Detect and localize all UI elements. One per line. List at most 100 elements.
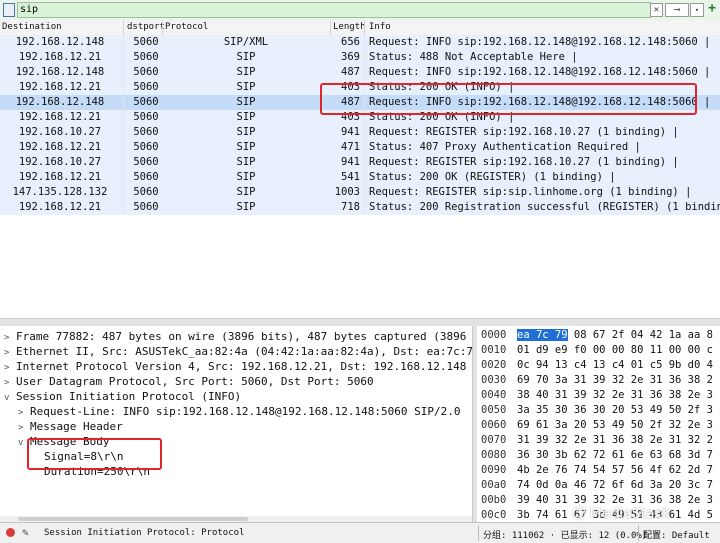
hex-bytes[interactable]: 69 61 3a 20 53 49 50 2f 32 2e 3 [517,418,713,433]
hex-bytes[interactable]: 3a 35 30 36 30 20 53 49 50 2f 3 [517,403,713,418]
cell-info: Request: INFO sip:192.168.12.148@192.168… [369,36,711,48]
col-protocol[interactable]: Protocol [165,22,208,32]
hex-highlight[interactable]: ea 7c 79 [517,329,568,341]
cell-len: 718 [341,201,360,213]
highlight-box-signal [27,438,162,470]
cell-port: 5060 [133,171,159,183]
cell-proto: SIP [236,51,256,63]
tree-item-label: Internet Protocol Version 4, Src: 192.16… [16,360,467,373]
packet-rows: 192.168.12.148 5060 SIP/XML 656 Request: INF… [0,35,720,215]
hex-offset: 0050 [481,404,507,416]
capture-comment-icon[interactable]: ✎ [22,526,29,539]
cell-dst: 192.168.12.21 [18,171,102,183]
cell-len: 471 [341,141,360,153]
hex-bytes-text: 69 70 3a 31 39 32 2e 31 36 38 2 [517,374,713,386]
packet-row[interactable]: 192.168.12.21 5060 SIP 541 Status: 200 OK (R… [0,170,720,185]
apply-filter-icon[interactable]: ⟶ [665,3,689,17]
packet-list[interactable]: Destination dstport Protocol Length Info… [0,20,720,318]
cell-info: Request: REGISTER sip:192.168.10.27 (1 b… [369,126,679,138]
tree-item[interactable]: > Message Header [18,419,123,434]
col-destination[interactable]: Destination [2,22,62,32]
col-length[interactable]: Length [333,22,366,32]
tree-item[interactable]: > Frame 77882: 487 bytes on wire (3896 bi… [4,329,472,344]
tree-item[interactable]: > Request-Line: INFO sip:192.168.12.148@1… [18,404,460,419]
cell-len: 1003 [334,186,360,198]
hex-offset: 0090 [481,464,507,476]
packet-details-tree[interactable]: > Frame 77882: 487 bytes on wire (3896 bi… [0,326,472,522]
cell-info: Request: REGISTER sip:sip.linhome.org (1… [369,186,692,198]
col-info[interactable]: Info [369,22,391,32]
cell-port: 5060 [133,201,159,213]
packet-row[interactable]: 192.168.12.21 5060 SIP 471 Status: 407 Proxy… [0,140,720,155]
hex-offset: 0060 [481,419,507,431]
hex-bytes[interactable]: 31 39 32 2e 31 36 38 2e 31 32 2 [517,433,713,448]
hex-bytes[interactable]: 4b 2e 76 74 54 57 56 4f 62 2d 7 [517,463,713,478]
hex-bytes-text: 08 67 2f 04 42 1a aa 8 [567,329,713,341]
display-filter-input[interactable]: sip [17,2,651,18]
cell-info: Status: 200 Registration successful (REG… [369,201,720,213]
cell-port: 5060 [133,66,159,78]
cell-info: Request: REGISTER sip:192.168.10.27 (1 b… [369,156,679,168]
expert-info-icon[interactable] [6,528,15,537]
hex-bytes-text: 4b 2e 76 74 54 57 56 4f 62 2d 7 [517,464,713,476]
hex-bytes-text: 69 61 3a 20 53 49 50 2f 32 2e 3 [517,419,713,431]
cell-dst: 147.135.128.132 [12,186,108,198]
cell-info: Status: 200 OK (REGISTER) (1 binding) | [369,171,616,183]
hex-bytes[interactable]: ea 7c 79 08 67 2f 04 42 1a aa 8 [517,328,713,343]
cell-len: 487 [341,66,360,78]
add-filter-button-icon[interactable]: + [706,2,718,16]
clear-filter-icon[interactable]: ✕ [650,3,663,17]
display-filter-bar: sip ✕ ⟶ ▾ + [0,0,720,21]
hex-bytes[interactable]: 74 0d 0a 46 72 6f 6d 3a 20 3c 7 [517,478,713,493]
status-profile[interactable]: 配置: Default [643,528,710,541]
packet-list-header: Destination dstport Protocol Length Info [0,20,720,36]
hex-offset: 0030 [481,374,507,386]
hex-offset: 0070 [481,434,507,446]
hex-bytes[interactable]: 69 70 3a 31 39 32 2e 31 36 38 2 [517,373,713,388]
hex-bytes[interactable]: 01 d9 e9 f0 00 00 80 11 00 00 c [517,343,713,358]
cell-proto: SIP [236,111,256,123]
tree-item-label: Session Initiation Protocol (INFO) [16,390,242,403]
hex-bytes-text: 39 40 31 39 32 2e 31 36 38 2e 3 [517,494,713,506]
tree-item-label: Frame 77882: 487 bytes on wire (3896 bit… [16,330,472,343]
cell-dst: 192.168.10.27 [18,126,102,138]
hex-bytes-text: 01 d9 e9 f0 00 00 80 11 00 00 c [517,344,713,356]
tree-item[interactable]: > Ethernet II, Src: ASUSTekC_aa:82:4a (04… [4,344,472,359]
cell-proto: SIP [236,156,256,168]
cell-port: 5060 [133,51,159,63]
hex-bytes[interactable]: 0c 94 13 c4 13 c4 01 c5 9b d0 4 [517,358,713,373]
hex-bytes-text: 36 30 3b 62 72 61 6e 63 68 3d 7 [517,449,713,461]
hex-bytes[interactable]: 36 30 3b 62 72 61 6e 63 68 3d 7 [517,448,713,463]
hex-bytes-text: 31 39 32 2e 31 36 38 2e 31 32 2 [517,434,713,446]
col-dstport[interactable]: dstport [127,22,165,32]
cell-len: 941 [341,126,360,138]
cell-dst: 192.168.12.148 [15,36,105,48]
packet-row[interactable]: 192.168.12.21 5060 SIP 718 Status: 200 Regis… [0,200,720,215]
cell-port: 5060 [133,36,159,48]
cell-proto: SIP [236,201,256,213]
cell-info: Status: 407 Proxy Authentication Require… [369,141,641,153]
packet-bytes-pane[interactable]: 0000 ea 7c 79 08 67 2f 04 42 1a aa 8 0010 0… [477,326,720,522]
cell-port: 5060 [133,81,159,93]
tree-item[interactable]: > Internet Protocol Version 4, Src: 192.1… [4,359,466,374]
tree-item[interactable]: v Session Initiation Protocol (INFO) [4,389,241,404]
cell-dst: 192.168.10.27 [18,156,102,168]
tree-item[interactable]: > User Datagram Protocol, Src Port: 5060,… [4,374,374,389]
cell-proto: SIP [236,126,256,138]
packet-row[interactable]: 192.168.10.27 5060 SIP 941 Request: REGISTER… [0,125,720,140]
cell-proto: SIP [236,141,256,153]
packet-row[interactable]: 192.168.12.21 5060 SIP 369 Status: 488 Not A… [0,50,720,65]
scrollbar-thumb[interactable] [18,517,248,521]
cell-port: 5060 [133,111,159,123]
packet-row[interactable]: 192.168.12.148 5060 SIP 487 Request: INFO si… [0,65,720,80]
packet-row[interactable]: 192.168.10.27 5060 SIP 941 Request: REGISTER… [0,155,720,170]
packet-row[interactable]: 147.135.128.132 5060 SIP 1003 Request: REGIS… [0,185,720,200]
hex-bytes[interactable]: 38 40 31 39 32 2e 31 36 38 2e 3 [517,388,713,403]
expanded-chevron-icon[interactable]: v [4,391,16,406]
packet-row[interactable]: 192.168.12.148 5060 SIP/XML 656 Request: INF… [0,35,720,50]
hex-offset: 0080 [481,449,507,461]
cell-info: Status: 488 Not Acceptable Here | [369,51,578,63]
filter-history-dropdown-icon[interactable]: ▾ [690,3,704,17]
bookmark-icon[interactable] [3,3,15,17]
tree-item-label: Message Header [30,420,123,433]
